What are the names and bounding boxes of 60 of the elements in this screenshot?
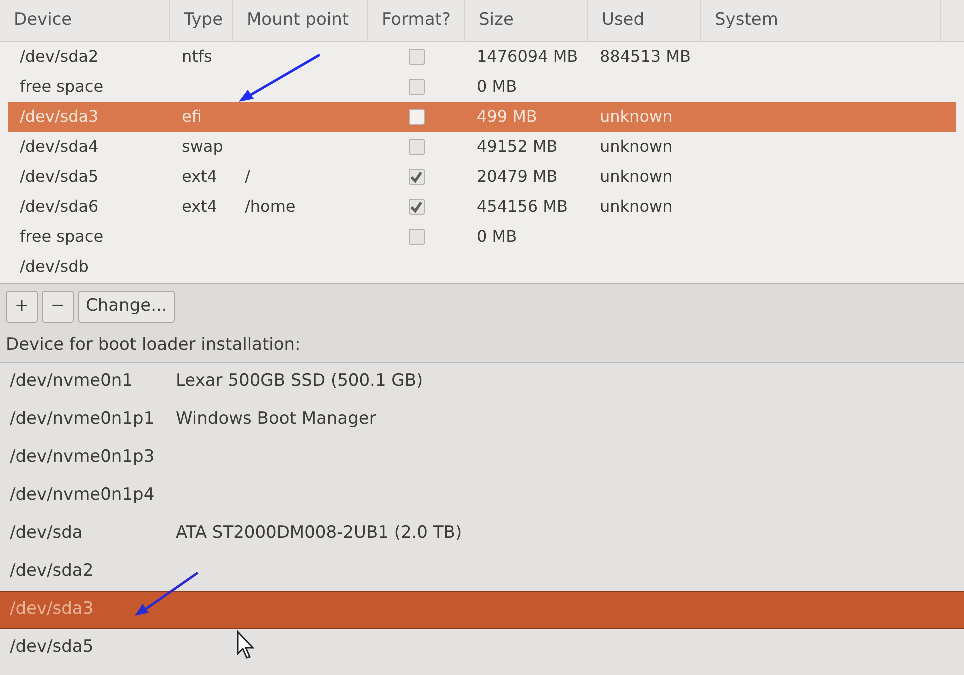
boot-device-item[interactable]: /dev/sda ATA ST2000DM008-2UB1 (2.0 TB): [0, 515, 964, 553]
table-cell: 0 MB: [477, 227, 518, 246]
format-checkbox[interactable]: [408, 229, 424, 245]
table-cell: /home: [245, 197, 296, 216]
table-cell: /dev/sda6: [20, 197, 99, 216]
table-cell: unknown: [600, 167, 673, 186]
mouse-pointer-icon: [236, 630, 256, 660]
boot-device-item[interactable]: /dev/nvme0n1p3: [0, 439, 964, 477]
column-header[interactable]: Used: [602, 8, 645, 34]
change-button[interactable]: Change...: [78, 291, 176, 323]
table-cell: 20479 MB: [477, 167, 558, 186]
add-button[interactable]: +: [6, 291, 38, 323]
format-checkbox[interactable]: [408, 49, 424, 65]
boot-device-item[interactable]: /dev/sda2: [0, 553, 964, 591]
partition-row[interactable]: /dev/sda2 ntfs 1476094 MB 884513 MB: [8, 42, 956, 72]
table-cell: unknown: [600, 107, 673, 126]
partition-row[interactable]: /dev/sda4 swap 49152 MB unknown: [8, 132, 956, 162]
format-checkbox[interactable]: [408, 169, 424, 185]
partition-row[interactable]: free space 0 MB: [8, 222, 956, 252]
format-checkbox[interactable]: [408, 79, 424, 95]
table-cell: 454156 MB: [477, 197, 568, 216]
table-cell: ext4: [182, 167, 218, 186]
table-cell: free space: [20, 77, 104, 96]
format-checkbox[interactable]: [408, 139, 424, 155]
table-cell: 1476094 MB: [477, 47, 578, 66]
boot-device-item[interactable]: /dev/nvme0n1 Lexar 500GB SSD (500.1 GB): [0, 363, 964, 401]
column-header[interactable]: Device: [14, 8, 72, 34]
table-cell: 884513 MB: [600, 47, 691, 66]
table-cell: 49152 MB: [477, 137, 558, 156]
table-cell: ntfs: [182, 47, 212, 66]
table-cell: 499 MB: [477, 107, 538, 126]
table-cell: /dev/sda3: [20, 107, 99, 126]
table-cell: efi: [182, 107, 202, 126]
column-header[interactable]: System: [715, 8, 778, 34]
table-cell: unknown: [600, 197, 673, 216]
table-cell: unknown: [600, 137, 673, 156]
partition-row[interactable]: free space 0 MB: [8, 72, 956, 102]
column-header[interactable]: Mount point: [247, 8, 350, 34]
boot-loader-label: Device for boot loader installation:: [5, 334, 302, 358]
table-cell: ext4: [182, 197, 218, 216]
table-cell: free space: [20, 227, 104, 246]
table-cell: /dev/sda5: [20, 167, 99, 186]
table-cell: /dev/sda4: [20, 137, 99, 156]
partition-row[interactable]: /dev/sdb: [8, 252, 956, 282]
boot-device-item[interactable]: /dev/nvme0n1p1 Windows Boot Manager: [0, 401, 964, 439]
table-cell: /dev/sdb: [20, 257, 89, 276]
remove-button[interactable]: −: [42, 291, 74, 323]
column-header[interactable]: Size: [479, 8, 514, 34]
table-cell: /: [245, 167, 250, 186]
boot-device-item[interactable]: /dev/nvme0n1p4: [0, 477, 964, 515]
format-checkbox[interactable]: [408, 109, 424, 125]
table-cell: /dev/sda2: [20, 47, 99, 66]
boot-device-item[interactable]: /dev/sda5: [0, 629, 964, 667]
table-cell: swap: [182, 137, 224, 156]
table-cell: 0 MB: [477, 77, 518, 96]
partition-row[interactable]: /dev/sda6 ext4 /home 454156 MB unknown: [8, 192, 956, 222]
partition-row[interactable]: /dev/sda5 ext4 / 20479 MB unknown: [8, 162, 956, 192]
column-header[interactable]: Type: [184, 8, 224, 34]
column-header[interactable]: Format?: [382, 8, 451, 34]
format-checkbox[interactable]: [408, 199, 424, 215]
